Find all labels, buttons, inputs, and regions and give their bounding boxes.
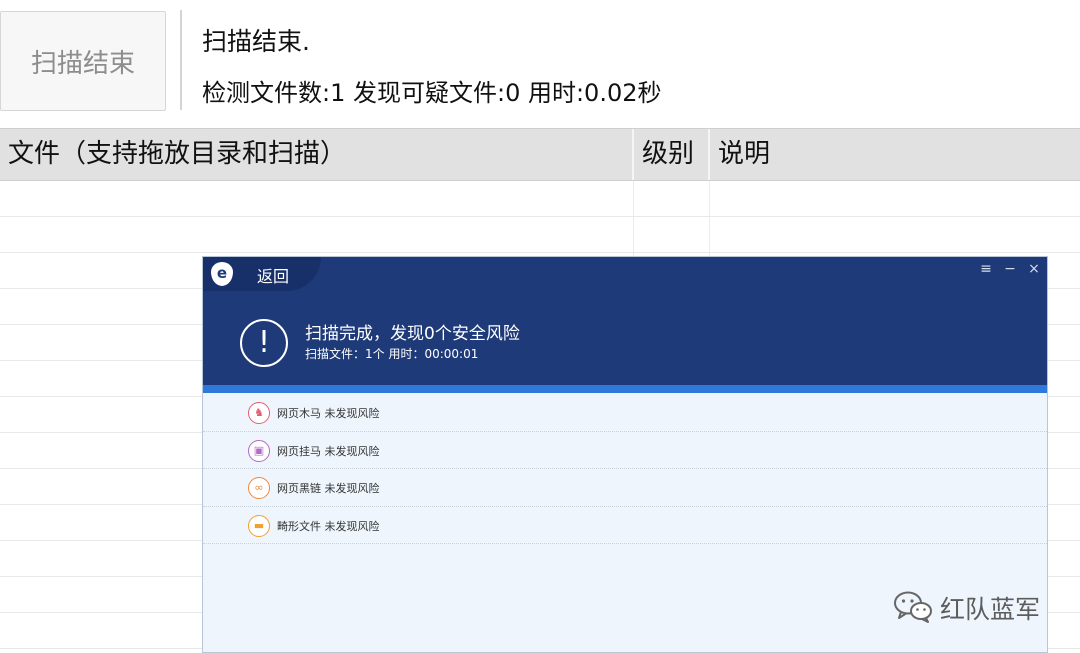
table-cell-divider [633, 181, 634, 216]
menu-icon[interactable]: ≡ [979, 261, 993, 277]
watermark: 红队蓝军 [893, 588, 1053, 628]
scan-end-button[interactable]: 扫描结束 [0, 11, 166, 111]
webpage-hook-icon: ▣ [248, 439, 270, 462]
scan-progress-fill [203, 385, 1047, 393]
check-item-label: 畸形文件 未发现风险 [277, 519, 380, 533]
column-header-description[interactable]: 说明 [708, 129, 1080, 180]
table-row[interactable] [0, 217, 1080, 253]
folder-icon: ▬ [248, 514, 270, 537]
toolbar-divider [180, 10, 182, 110]
check-item-webpage-hook: ▣ 网页挂马 未发现风险 [203, 432, 1047, 469]
table-row[interactable] [0, 181, 1080, 217]
back-button[interactable]: e 返回 [203, 257, 321, 291]
table-cell-divider [709, 217, 710, 252]
link-icon: ∞ [248, 477, 270, 499]
check-item-webpage-trojan: ♞ 网页木马 未发现风险 [203, 394, 1047, 432]
column-header-level[interactable]: 级别 [632, 129, 708, 180]
scan-status-title: 扫描结束. [202, 27, 310, 56]
table-cell-divider [709, 181, 710, 216]
horse-icon: ♞ [248, 402, 270, 424]
close-icon[interactable]: × [1027, 261, 1041, 277]
exclamation-circle-icon: ! [240, 319, 288, 367]
scan-status-detail: 检测文件数:1 发现可疑文件:0 用时:0.02秒 [202, 79, 662, 107]
scan-progress-bar [203, 385, 1047, 393]
results-table-header: 文件（支持拖放目录和扫描） 级别 说明 [0, 128, 1080, 181]
wechat-icon [894, 591, 932, 623]
dialog-header: e 返回 ≡ − × ! 扫描完成，发现0个安全风险 扫描文件：1个 用时：00… [203, 257, 1047, 385]
check-item-label: 网页挂马 未发现风险 [277, 444, 380, 458]
result-summary: 扫描文件：1个 用时：00:00:01 [305, 347, 479, 361]
watermark-text: 红队蓝军 [940, 595, 1041, 624]
column-header-file[interactable]: 文件（支持拖放目录和扫描） [0, 129, 632, 180]
check-result-list: ♞ 网页木马 未发现风险 ▣ 网页挂马 未发现风险 ∞ 网页黑链 未发现风险 ▬… [203, 394, 1047, 544]
check-item-label: 网页黑链 未发现风险 [277, 482, 380, 495]
check-item-label: 网页木马 未发现风险 [277, 407, 380, 420]
check-item-malformed-file: ▬ 畸形文件 未发现风险 [203, 507, 1047, 544]
window-controls: ≡ − × [979, 261, 1041, 277]
e-logo-icon: e [211, 262, 233, 286]
result-title: 扫描完成，发现0个安全风险 [305, 324, 520, 344]
minimize-icon[interactable]: − [1003, 261, 1017, 277]
table-cell-divider [633, 217, 634, 252]
back-label: 返回 [257, 267, 290, 286]
check-item-webpage-blacklink: ∞ 网页黑链 未发现风险 [203, 469, 1047, 507]
